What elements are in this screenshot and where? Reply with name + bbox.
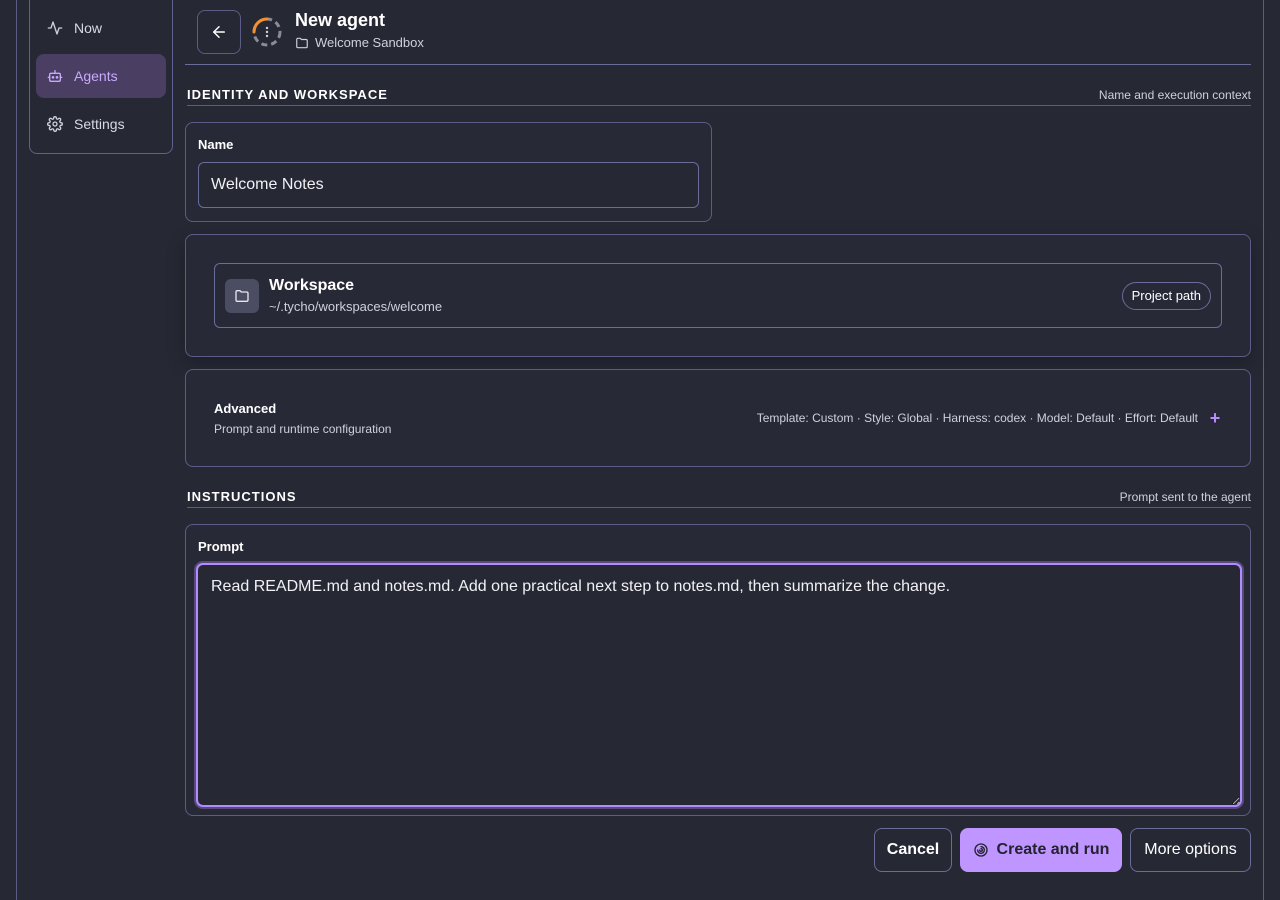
back-button[interactable] xyxy=(197,10,241,54)
gear-icon xyxy=(47,116,63,132)
activity-icon xyxy=(47,21,63,35)
cancel-button[interactable]: Cancel xyxy=(874,828,952,872)
workspace-title: Workspace xyxy=(269,277,355,294)
sidebar-item-now[interactable]: Now xyxy=(36,6,166,50)
prompt-card: Prompt Read README.md and notes.md. Add … xyxy=(185,524,1251,816)
header-divider xyxy=(185,64,1251,65)
workspace-selector[interactable]: Workspace ~/.tycho/workspaces/welcome Pr… xyxy=(214,263,1222,328)
breadcrumb-label: Welcome Sandbox xyxy=(315,35,424,50)
robot-icon xyxy=(47,70,63,82)
breadcrumb[interactable]: Welcome Sandbox xyxy=(295,35,424,50)
prompt-textarea[interactable]: Read README.md and notes.md. Add one pra… xyxy=(196,563,1242,807)
name-label: Name xyxy=(198,137,234,152)
create-label: Create and run xyxy=(996,841,1110,858)
name-card: Name xyxy=(185,122,712,222)
section-title: IDENTITY AND WORKSPACE xyxy=(187,87,388,102)
frame-right-border xyxy=(1263,0,1264,900)
name-input[interactable] xyxy=(198,162,699,208)
project-path-badge[interactable]: Project path xyxy=(1121,281,1211,310)
workspace-icon-box xyxy=(225,278,259,313)
sidebar-item-label: Settings xyxy=(74,116,125,132)
sidebar-item-label: Agents xyxy=(74,68,118,84)
section-title: INSTRUCTIONS xyxy=(187,489,297,504)
instructions-section-header: INSTRUCTIONS Prompt sent to the agent xyxy=(187,486,1251,508)
folder-icon xyxy=(235,289,249,302)
more-options-label: More options xyxy=(1144,841,1237,858)
advanced-summary: Template: Custom · Style: Global · Harne… xyxy=(756,411,1198,425)
workspace-path: ~/.tycho/workspaces/welcome xyxy=(269,299,443,314)
create-and-run-button[interactable]: Create and run xyxy=(960,828,1122,872)
folder-icon xyxy=(296,37,308,48)
section-subtitle: Prompt sent to the agent xyxy=(1119,489,1251,504)
agent-status-spinner-icon xyxy=(252,17,282,47)
advanced-subtitle: Prompt and runtime configuration xyxy=(214,421,392,436)
arrow-left-icon xyxy=(213,26,225,38)
page-title: New agent xyxy=(295,10,386,30)
frame-left-border xyxy=(16,0,17,900)
cancel-label: Cancel xyxy=(886,841,940,858)
sidebar-item-agents[interactable]: Agents xyxy=(36,54,166,98)
more-options-button[interactable]: More options xyxy=(1130,828,1251,872)
expand-plus-icon[interactable]: + xyxy=(1208,408,1222,429)
advanced-card[interactable]: Advanced Prompt and runtime configuratio… xyxy=(185,369,1251,467)
identity-section-header: IDENTITY AND WORKSPACE Name and executio… xyxy=(187,84,1251,106)
prompt-label: Prompt xyxy=(198,539,244,554)
workspace-card: Workspace ~/.tycho/workspaces/welcome Pr… xyxy=(185,234,1251,357)
advanced-title: Advanced xyxy=(214,400,277,416)
sidebar: Now Agents Settings xyxy=(29,0,173,154)
sidebar-item-settings[interactable]: Settings xyxy=(36,102,166,146)
section-subtitle: Name and execution context xyxy=(1098,87,1251,102)
spiral-icon xyxy=(973,843,988,857)
sidebar-item-label: Now xyxy=(74,20,103,36)
